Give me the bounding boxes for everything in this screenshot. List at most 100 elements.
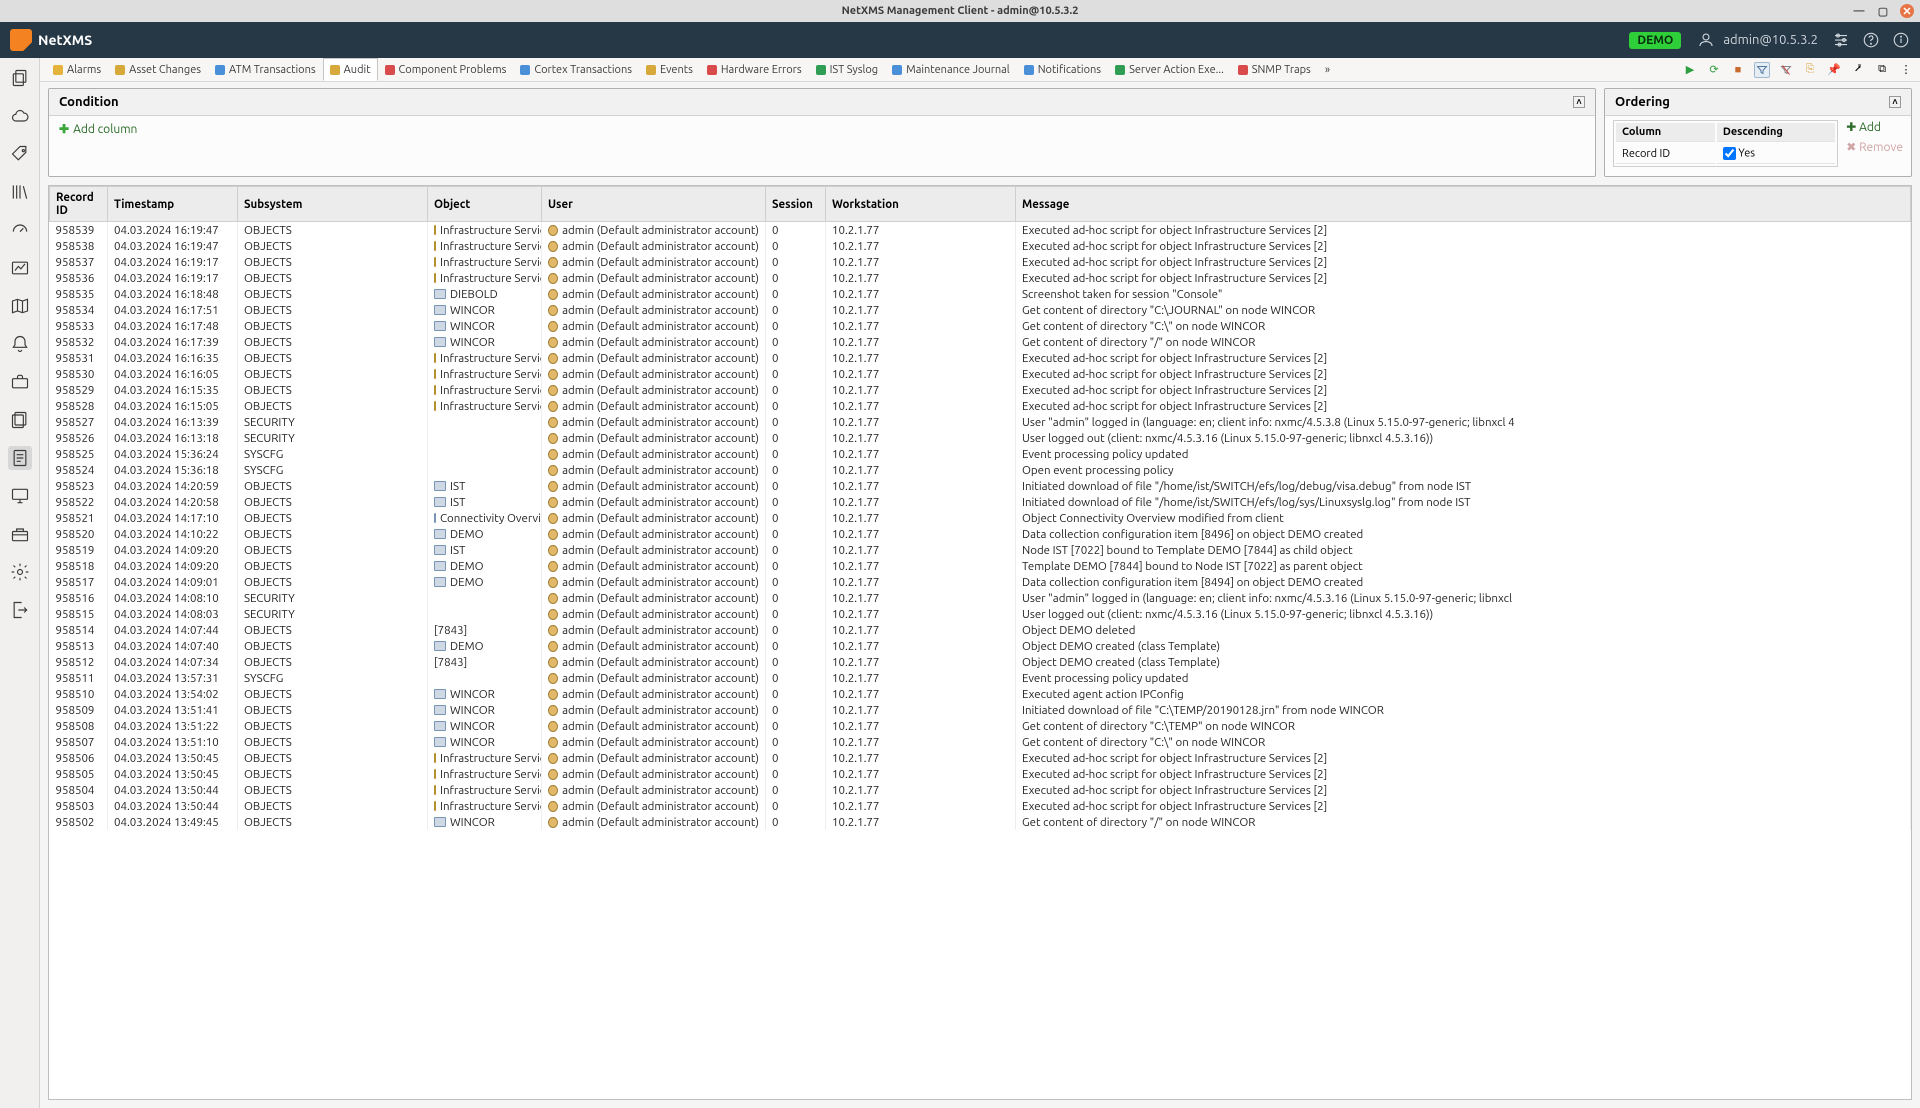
tab-snmp-traps[interactable]: SNMP Traps: [1231, 58, 1318, 81]
tab-atm-transactions[interactable]: ATM Transactions: [208, 58, 323, 81]
nav-exit-icon[interactable]: [8, 598, 32, 622]
toolbar-filter-icon[interactable]: [1754, 62, 1770, 78]
tab-cortex-transactions[interactable]: Cortex Transactions: [513, 58, 639, 81]
nav-briefcase-icon[interactable]: [8, 370, 32, 394]
window-minimize-icon[interactable]: —: [1852, 4, 1866, 18]
table-row[interactable]: 95851804.03.2024 14:09:20OBJECTSDEMOadmi…: [50, 558, 1911, 574]
nav-stack-icon[interactable]: [8, 408, 32, 432]
table-row[interactable]: 95853804.03.2024 16:19:47OBJECTSInfrastr…: [50, 238, 1911, 254]
window-maximize-icon[interactable]: ▢: [1876, 4, 1890, 18]
nav-cloud-icon[interactable]: [8, 104, 32, 128]
table-row[interactable]: 95853904.03.2024 16:19:47OBJECTSInfrastr…: [50, 222, 1911, 239]
toolbar-run-icon[interactable]: ▶: [1682, 62, 1698, 78]
info-icon[interactable]: [1892, 31, 1910, 49]
nav-log-icon[interactable]: [8, 446, 32, 470]
table-row[interactable]: 95851304.03.2024 14:07:40OBJECTSDEMOadmi…: [50, 638, 1911, 654]
table-row[interactable]: 95850904.03.2024 13:51:41OBJECTSWINCORad…: [50, 702, 1911, 718]
table-row[interactable]: 95852004.03.2024 14:10:22OBJECTSDEMOadmi…: [50, 526, 1911, 542]
table-row[interactable]: 95852204.03.2024 14:20:58OBJECTSISTadmin…: [50, 494, 1911, 510]
tab-overflow[interactable]: »: [1318, 58, 1337, 81]
tab-ist-syslog[interactable]: IST Syslog: [809, 58, 886, 81]
table-row[interactable]: 95852404.03.2024 15:36:18SYSCFGadmin (De…: [50, 462, 1911, 478]
table-row[interactable]: 95853704.03.2024 16:19:17OBJECTSInfrastr…: [50, 254, 1911, 270]
tab-asset-changes[interactable]: Asset Changes: [108, 58, 208, 81]
help-icon[interactable]: [1862, 31, 1880, 49]
table-row[interactable]: 95851904.03.2024 14:09:20OBJECTSISTadmin…: [50, 542, 1911, 558]
ordering-collapse-icon[interactable]: ˄: [1889, 96, 1901, 108]
tab-alarms[interactable]: Alarms: [46, 58, 108, 81]
table-row[interactable]: 95852504.03.2024 15:36:24SYSCFGadmin (De…: [50, 446, 1911, 462]
ordering-row[interactable]: Record ID Yes: [1616, 144, 1835, 164]
table-row[interactable]: 95853104.03.2024 16:16:35OBJECTSInfrastr…: [50, 350, 1911, 366]
toolbar-menu-icon[interactable]: ⋮: [1898, 62, 1914, 78]
condition-collapse-icon[interactable]: ˄: [1573, 96, 1585, 108]
nav-library-icon[interactable]: [8, 180, 32, 204]
table-row[interactable]: 95850704.03.2024 13:51:10OBJECTSWINCORad…: [50, 734, 1911, 750]
nav-alarm-icon[interactable]: [8, 332, 32, 356]
toolbar-pin-icon[interactable]: 📌: [1826, 62, 1842, 78]
tab-server-action-exe-[interactable]: Server Action Exe...: [1108, 58, 1231, 81]
audit-log-grid[interactable]: Record IDTimestampSubsystemObjectUserSes…: [48, 185, 1912, 1100]
tab-hardware-errors[interactable]: Hardware Errors: [700, 58, 809, 81]
tab-maintenance-journal[interactable]: Maintenance Journal: [885, 58, 1017, 81]
settings-sliders-icon[interactable]: [1832, 31, 1850, 49]
toolbar-popout-icon[interactable]: ⧉: [1874, 62, 1890, 78]
table-row[interactable]: 95850404.03.2024 13:50:44OBJECTSInfrastr…: [50, 782, 1911, 798]
condition-add-column[interactable]: ✚ Add column: [59, 122, 137, 136]
table-row[interactable]: 95852604.03.2024 16:13:18SECURITYadmin (…: [50, 430, 1911, 446]
column-header-sub[interactable]: Subsystem: [238, 187, 428, 222]
nav-dashboard-icon[interactable]: [8, 218, 32, 242]
table-row[interactable]: 95851004.03.2024 13:54:02OBJECTSWINCORad…: [50, 686, 1911, 702]
ordering-col-descending[interactable]: Descending: [1717, 123, 1835, 142]
toolbar-stop-icon[interactable]: ■: [1730, 62, 1746, 78]
tab-events[interactable]: Events: [639, 58, 700, 81]
nav-copy-icon[interactable]: [8, 66, 32, 90]
table-row[interactable]: 95851204.03.2024 14:07:34OBJECTS[7843]ad…: [50, 654, 1911, 670]
column-header-msg[interactable]: Message: [1016, 187, 1911, 222]
table-row[interactable]: 95850504.03.2024 13:50:45OBJECTSInfrastr…: [50, 766, 1911, 782]
tab-audit[interactable]: Audit: [323, 58, 378, 81]
table-row[interactable]: 95853304.03.2024 16:17:48OBJECTSWINCORad…: [50, 318, 1911, 334]
table-row[interactable]: 95853504.03.2024 16:18:48OBJECTSDIEBOLDa…: [50, 286, 1911, 302]
nav-monitor-icon[interactable]: [8, 484, 32, 508]
toolbar-refresh-icon[interactable]: ⟳: [1706, 62, 1722, 78]
table-row[interactable]: 95850204.03.2024 13:49:45OBJECTSWINCORad…: [50, 814, 1911, 830]
column-header-record[interactable]: Record ID: [50, 187, 108, 222]
table-row[interactable]: 95853404.03.2024 16:17:51OBJECTSWINCORad…: [50, 302, 1911, 318]
column-header-ws[interactable]: Workstation: [826, 187, 1016, 222]
column-header-ts[interactable]: Timestamp: [108, 187, 238, 222]
header-user[interactable]: admin@10.5.3.2: [1697, 31, 1818, 49]
ordering-col-column[interactable]: Column: [1616, 123, 1715, 142]
column-header-obj[interactable]: Object: [428, 187, 542, 222]
tab-component-problems[interactable]: Component Problems: [378, 58, 514, 81]
table-row[interactable]: 95851404.03.2024 14:07:44OBJECTS[7843]ad…: [50, 622, 1911, 638]
table-row[interactable]: 95851704.03.2024 14:09:01OBJECTSDEMOadmi…: [50, 574, 1911, 590]
toolbar-export-icon[interactable]: ⭷: [1850, 62, 1866, 78]
table-row[interactable]: 95850604.03.2024 13:50:45OBJECTSInfrastr…: [50, 750, 1911, 766]
table-row[interactable]: 95853204.03.2024 16:17:39OBJECTSWINCORad…: [50, 334, 1911, 350]
toolbar-clearfilter-icon[interactable]: [1778, 62, 1794, 78]
nav-gear-icon[interactable]: [8, 560, 32, 584]
ordering-row-checkbox[interactable]: [1723, 147, 1736, 160]
table-row[interactable]: 95850304.03.2024 13:50:44OBJECTSInfrastr…: [50, 798, 1911, 814]
window-close-icon[interactable]: ✕: [1900, 4, 1914, 18]
table-row[interactable]: 95853004.03.2024 16:16:05OBJECTSInfrastr…: [50, 366, 1911, 382]
table-row[interactable]: 95852304.03.2024 14:20:59OBJECTSISTadmin…: [50, 478, 1911, 494]
table-row[interactable]: 95853604.03.2024 16:19:17OBJECTSInfrastr…: [50, 270, 1911, 286]
table-row[interactable]: 95851604.03.2024 14:08:10SECURITYadmin (…: [50, 590, 1911, 606]
tab-notifications[interactable]: Notifications: [1017, 58, 1108, 81]
nav-chart-icon[interactable]: [8, 256, 32, 280]
table-row[interactable]: 95850804.03.2024 13:51:22OBJECTSWINCORad…: [50, 718, 1911, 734]
column-header-user[interactable]: User: [542, 187, 766, 222]
table-row[interactable]: 95851104.03.2024 13:57:31SYSCFGadmin (De…: [50, 670, 1911, 686]
nav-map-icon[interactable]: [8, 294, 32, 318]
ordering-add[interactable]: ✚ Add: [1846, 120, 1903, 134]
nav-tag-icon[interactable]: [8, 142, 32, 166]
table-row[interactable]: 95852704.03.2024 16:13:39SECURITYadmin (…: [50, 414, 1911, 430]
table-row[interactable]: 95852104.03.2024 14:17:10OBJECTSConnecti…: [50, 510, 1911, 526]
column-header-sess[interactable]: Session: [766, 187, 826, 222]
table-row[interactable]: 95852904.03.2024 16:15:35OBJECTSInfrastr…: [50, 382, 1911, 398]
nav-toolbox-icon[interactable]: [8, 522, 32, 546]
table-row[interactable]: 95851504.03.2024 14:08:03SECURITYadmin (…: [50, 606, 1911, 622]
table-row[interactable]: 95852804.03.2024 16:15:05OBJECTSInfrastr…: [50, 398, 1911, 414]
